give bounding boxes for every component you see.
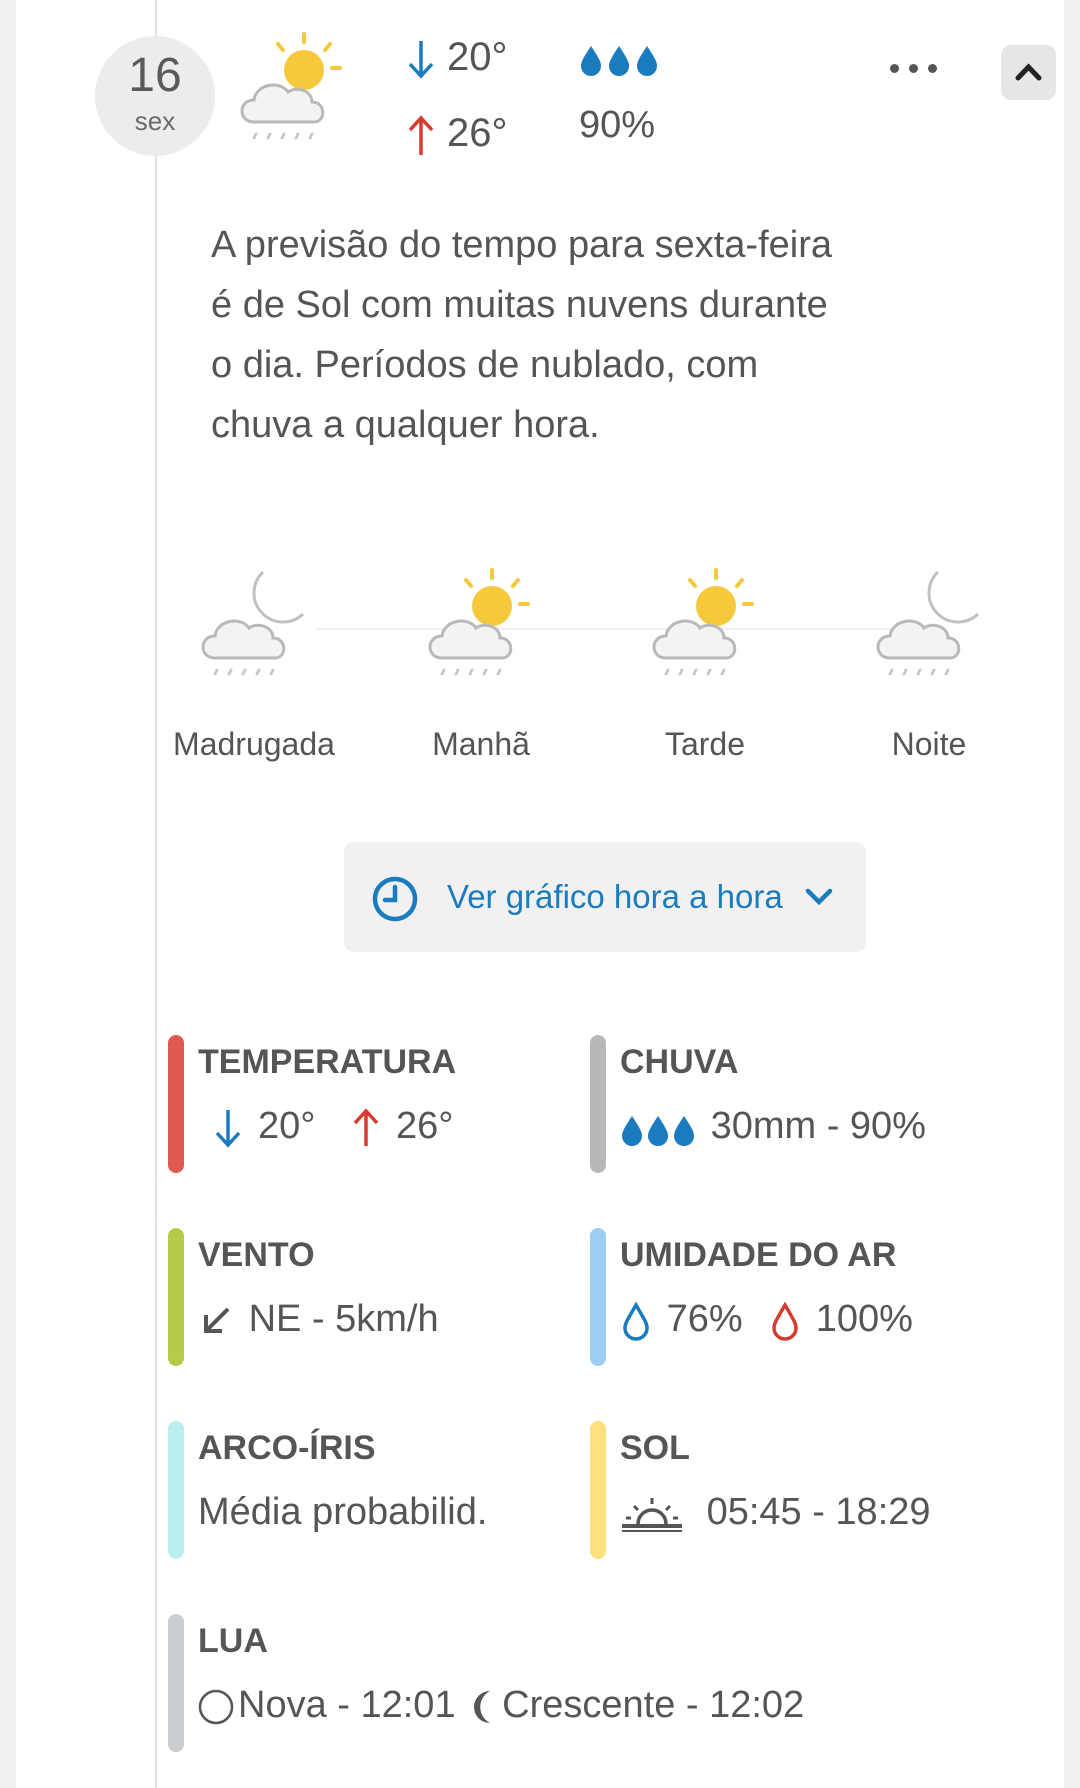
- stat-title: TEMPERATURA: [198, 1043, 457, 1081]
- stat-moon-crescent: Crescente - 12:02: [502, 1684, 805, 1726]
- stat-title: CHUVA: [620, 1043, 739, 1081]
- crescent-moon-icon: [474, 1690, 491, 1723]
- hourly-chart-button[interactable]: Ver gráfico hora a hora: [344, 842, 866, 952]
- stat-color-bar: [168, 1614, 184, 1752]
- period-label: Tarde: [664, 726, 746, 762]
- stat-humidity-min: 76%: [666, 1298, 743, 1340]
- period-label: Manhã: [432, 726, 530, 762]
- sun-cloud-rain-icon: [652, 568, 754, 676]
- timeline-line: [155, 0, 157, 1788]
- stat-wind-value: NE - 5km/h: [248, 1298, 439, 1340]
- stat-value: 20° 26°: [198, 1105, 454, 1150]
- header-temp-max-value: 26°: [447, 111, 508, 155]
- stat-temp-min: 20°: [258, 1105, 316, 1147]
- sun-cloud-rain-icon: [428, 568, 530, 676]
- dot: [890, 64, 899, 73]
- day-weekday: sex: [134, 106, 176, 136]
- sun-cloud-rain-icon: [240, 32, 342, 140]
- stat-color-bar: [590, 1421, 606, 1559]
- day-number: 16: [128, 49, 182, 102]
- stat-title: SOL: [620, 1429, 690, 1467]
- stat-moon-new: Nova - 12:01: [238, 1684, 456, 1726]
- stat-color-bar: [168, 1035, 184, 1173]
- period-label: Madrugada: [173, 726, 335, 762]
- period-tarde: Tarde: [605, 566, 805, 763]
- stat-value: Nova - 12:01 Crescente - 12:02: [198, 1684, 804, 1727]
- arrow-down-icon: [408, 41, 434, 80]
- new-moon-icon: [198, 1689, 234, 1725]
- stat-rainbow-value: Média probabilid.: [198, 1491, 488, 1533]
- stat-title: ARCO-ÍRIS: [198, 1429, 376, 1467]
- stat-humidity-max: 100%: [815, 1298, 913, 1340]
- arrow-up-icon: [408, 115, 434, 156]
- stat-rain-value: 30mm - 90%: [710, 1105, 926, 1147]
- chevron-up-icon: [1015, 63, 1042, 81]
- stat-value: 30mm - 90%: [620, 1105, 926, 1148]
- period-label: Noite: [891, 726, 967, 762]
- drop-outline-blue-icon: [623, 1301, 649, 1341]
- collapse-button[interactable]: [1001, 45, 1056, 100]
- rain-drops-icon: [581, 46, 657, 76]
- stat-color-bar: [168, 1421, 184, 1559]
- dot: [909, 64, 918, 73]
- wind-direction-icon: [204, 1307, 230, 1333]
- hourly-chart-label: Ver gráfico hora a hora: [447, 878, 783, 915]
- stat-title: LUA: [198, 1622, 268, 1660]
- stat-color-bar: [590, 1228, 606, 1366]
- clock-icon: [372, 876, 418, 922]
- stat-value: NE - 5km/h: [198, 1298, 439, 1341]
- header-temp-min: 20°: [407, 35, 508, 80]
- forecast-card: 16 sex 20° 26° 90% A previsão do tempo p…: [16, 0, 1064, 1788]
- header-rain-pct: 90%: [579, 104, 656, 146]
- moon-cloud-rain-icon: [876, 570, 980, 676]
- header-temp-max: 26°: [407, 111, 508, 157]
- arrow-up-icon: [353, 1108, 379, 1146]
- day-badge: 16 sex: [95, 36, 215, 156]
- stat-title: UMIDADE DO AR: [620, 1236, 897, 1274]
- arrow-down-icon: [215, 1109, 241, 1148]
- rain-drops-icon: [622, 1115, 694, 1146]
- stat-value: 76% 100%: [620, 1298, 913, 1341]
- stat-sun-value: 05:45 - 18:29: [706, 1491, 931, 1533]
- more-options-button[interactable]: [890, 60, 950, 90]
- forecast-description: A previsão do tempo para sexta-feira é d…: [211, 224, 833, 446]
- sunrise-icon: [622, 1497, 682, 1532]
- header-temp-min-value: 20°: [447, 35, 508, 79]
- period-noite: Noite: [829, 566, 1029, 763]
- dot: [928, 64, 937, 73]
- stat-value: 05:45 - 18:29: [620, 1491, 931, 1534]
- period-madrugada: Madrugada: [154, 566, 354, 763]
- stat-temp-max: 26°: [396, 1105, 454, 1147]
- drop-outline-red-icon: [772, 1301, 798, 1341]
- stat-title: VENTO: [198, 1236, 315, 1274]
- stat-color-bar: [168, 1228, 184, 1366]
- chevron-down-icon: [805, 888, 833, 906]
- period-manha: Manhã: [381, 566, 581, 763]
- moon-cloud-rain-icon: [201, 570, 305, 676]
- stat-color-bar: [590, 1035, 606, 1173]
